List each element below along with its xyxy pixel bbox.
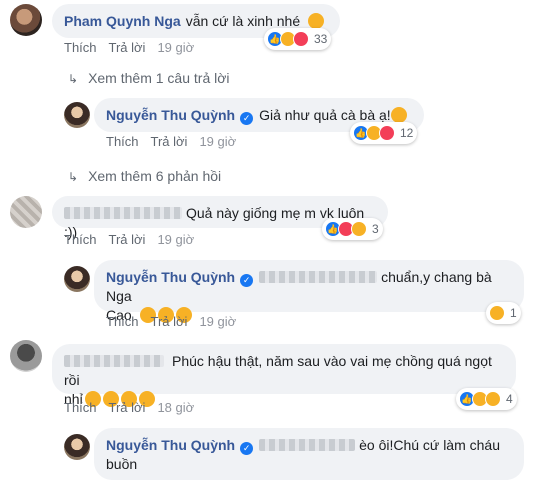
like-link[interactable]: Thích: [64, 400, 97, 415]
comment-text: èo ôi!Chú cứ làm cháu: [359, 437, 500, 453]
avatar[interactable]: [64, 266, 90, 292]
commenter-name[interactable]: Nguyễn Thu Quỳnh: [106, 437, 235, 453]
comment-actions: Thích Trả lời 19 giờ: [64, 40, 194, 55]
haha-reaction-icon: [489, 305, 505, 321]
comment-actions: Thích Trả lời 18 giờ: [64, 400, 194, 415]
reaction-count: 4: [506, 392, 513, 406]
reply-link[interactable]: Trả lời: [109, 232, 146, 247]
commenter-name[interactable]: Nguyễn Thu Quỳnh: [106, 107, 235, 123]
avatar[interactable]: [10, 196, 42, 228]
verified-badge-icon: ✓: [240, 112, 254, 125]
comment-bubble: Nguyễn Thu Quỳnh ✓ chuẩn,y chang bà Nga Ca…: [94, 260, 524, 323]
comment-line-1: Nguyễn Thu Quỳnh ✓ èo ôi!Chú cứ làm cháu: [106, 436, 512, 455]
haha-reaction-icon: [351, 221, 367, 237]
avatar[interactable]: [10, 340, 42, 372]
commenter-name[interactable]: Nguyễn Thu Quỳnh: [106, 269, 235, 285]
comment-text: buồn: [106, 456, 138, 472]
commenter-name[interactable]: Pham Quynh Nga: [64, 13, 181, 29]
verified-badge-icon: ✓: [240, 442, 254, 455]
avatar[interactable]: [64, 434, 90, 460]
reaction-summary[interactable]: 👍 33: [264, 28, 332, 50]
view-more-replies[interactable]: ↳ Xem thêm 1 câu trả lời: [68, 70, 230, 86]
comment-line-1: Phúc hậu thật, năm sau vào vai mẹ chồng …: [64, 352, 504, 390]
timestamp[interactable]: 19 giờ: [199, 314, 236, 329]
view-more-label: Xem thêm 1 câu trả lời: [88, 70, 230, 86]
like-link[interactable]: Thích: [106, 134, 139, 149]
avatar[interactable]: [10, 4, 42, 36]
blurred-name: [259, 271, 378, 283]
comment-text: Giả như quả cà bà ạ!: [259, 107, 391, 123]
reaction-summary[interactable]: 👍 3: [322, 218, 383, 240]
reply-link[interactable]: Trả lời: [109, 40, 146, 55]
timestamp[interactable]: 19 giờ: [199, 134, 236, 149]
reply-link[interactable]: Trả lời: [151, 134, 188, 149]
comment-text: vẫn cứ là xinh nhé: [185, 13, 301, 29]
comment-bubble: Phúc hậu thật, năm sau vào vai mẹ chồng …: [52, 344, 516, 407]
reply-arrow-icon: ↳: [68, 170, 79, 184]
reply-link[interactable]: Trả lời: [151, 314, 188, 329]
comment-line-1: Nguyễn Thu Quỳnh ✓ chuẩn,y chang bà Nga: [106, 268, 512, 306]
blurred-name: [259, 439, 356, 451]
like-link[interactable]: Thích: [64, 232, 97, 247]
timestamp[interactable]: 19 giờ: [157, 232, 194, 247]
avatar[interactable]: [64, 102, 90, 128]
reaction-count: 3: [372, 222, 379, 236]
comment-actions: Thích Trả lời 19 giờ: [106, 314, 236, 329]
sad-reaction-icon: [485, 391, 501, 407]
reply-arrow-icon: ↳: [68, 72, 79, 86]
like-link[interactable]: Thích: [64, 40, 97, 55]
reaction-summary[interactable]: 1: [486, 302, 521, 324]
reaction-summary[interactable]: 👍 12: [350, 122, 418, 144]
reaction-summary[interactable]: 👍 4: [456, 388, 517, 410]
smile-emoji-icon: [308, 13, 325, 29]
reaction-count: 12: [400, 126, 414, 140]
love-reaction-icon: [293, 31, 309, 47]
verified-badge-icon: ✓: [240, 274, 254, 287]
comment-line-2: buồn: [106, 455, 512, 474]
reply-link[interactable]: Trả lời: [109, 400, 146, 415]
reaction-count: 33: [314, 32, 328, 46]
comment-actions: Thích Trả lời 19 giờ: [106, 134, 236, 149]
blurred-name: [64, 207, 182, 219]
view-more-label: Xem thêm 6 phản hồi: [88, 168, 222, 184]
laugh-emoji-icon: [390, 107, 407, 123]
reaction-count: 1: [510, 306, 517, 320]
view-more-replies[interactable]: ↳ Xem thêm 6 phản hồi: [68, 168, 221, 184]
comment-actions: Thích Trả lời 19 giờ: [64, 232, 194, 247]
timestamp[interactable]: 19 giờ: [157, 40, 194, 55]
love-reaction-icon: [379, 125, 395, 141]
comment-bubble: Nguyễn Thu Quỳnh ✓ èo ôi!Chú cứ làm cháu b…: [94, 428, 524, 480]
timestamp[interactable]: 18 giờ: [157, 400, 194, 415]
like-link[interactable]: Thích: [106, 314, 139, 329]
blurred-name: [64, 355, 164, 367]
